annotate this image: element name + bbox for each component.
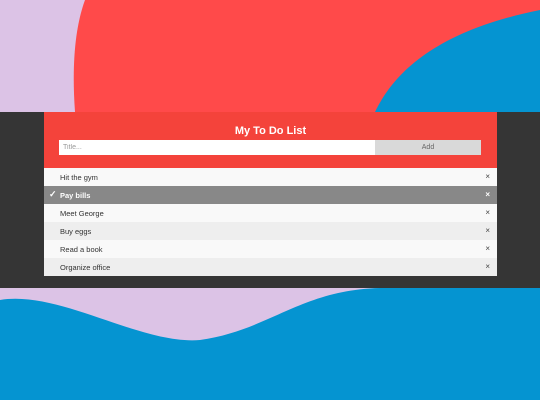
todo-list: Hit the gym × ✓ Pay bills × Meet George …: [44, 168, 497, 276]
close-icon[interactable]: ×: [485, 226, 490, 235]
add-button[interactable]: Add: [375, 140, 481, 155]
close-icon[interactable]: ×: [485, 262, 490, 271]
close-icon[interactable]: ×: [485, 190, 490, 199]
todo-card: My To Do List Add Hit the gym × ✓ Pay bi…: [44, 112, 497, 276]
item-text: Read a book: [60, 244, 103, 254]
close-icon[interactable]: ×: [485, 172, 490, 181]
item-text: Buy eggs: [60, 226, 92, 236]
list-item[interactable]: Meet George ×: [44, 204, 497, 222]
item-text: Hit the gym: [60, 172, 98, 182]
item-text: Meet George: [60, 208, 104, 218]
item-text: Organize office: [60, 262, 111, 272]
title-input[interactable]: [59, 140, 375, 155]
close-icon[interactable]: ×: [485, 208, 490, 217]
list-item[interactable]: Hit the gym ×: [44, 168, 497, 186]
page-title: My To Do List: [234, 125, 307, 137]
add-form: Add: [59, 140, 481, 155]
list-item[interactable]: Read a book ×: [44, 240, 497, 258]
close-icon[interactable]: ×: [485, 244, 490, 253]
list-item[interactable]: Buy eggs ×: [44, 222, 497, 240]
list-item-checked[interactable]: ✓ Pay bills ×: [44, 186, 497, 204]
list-item[interactable]: Organize office ×: [44, 258, 497, 276]
check-icon: ✓: [49, 189, 57, 199]
todo-header: My To Do List Add: [44, 112, 497, 168]
